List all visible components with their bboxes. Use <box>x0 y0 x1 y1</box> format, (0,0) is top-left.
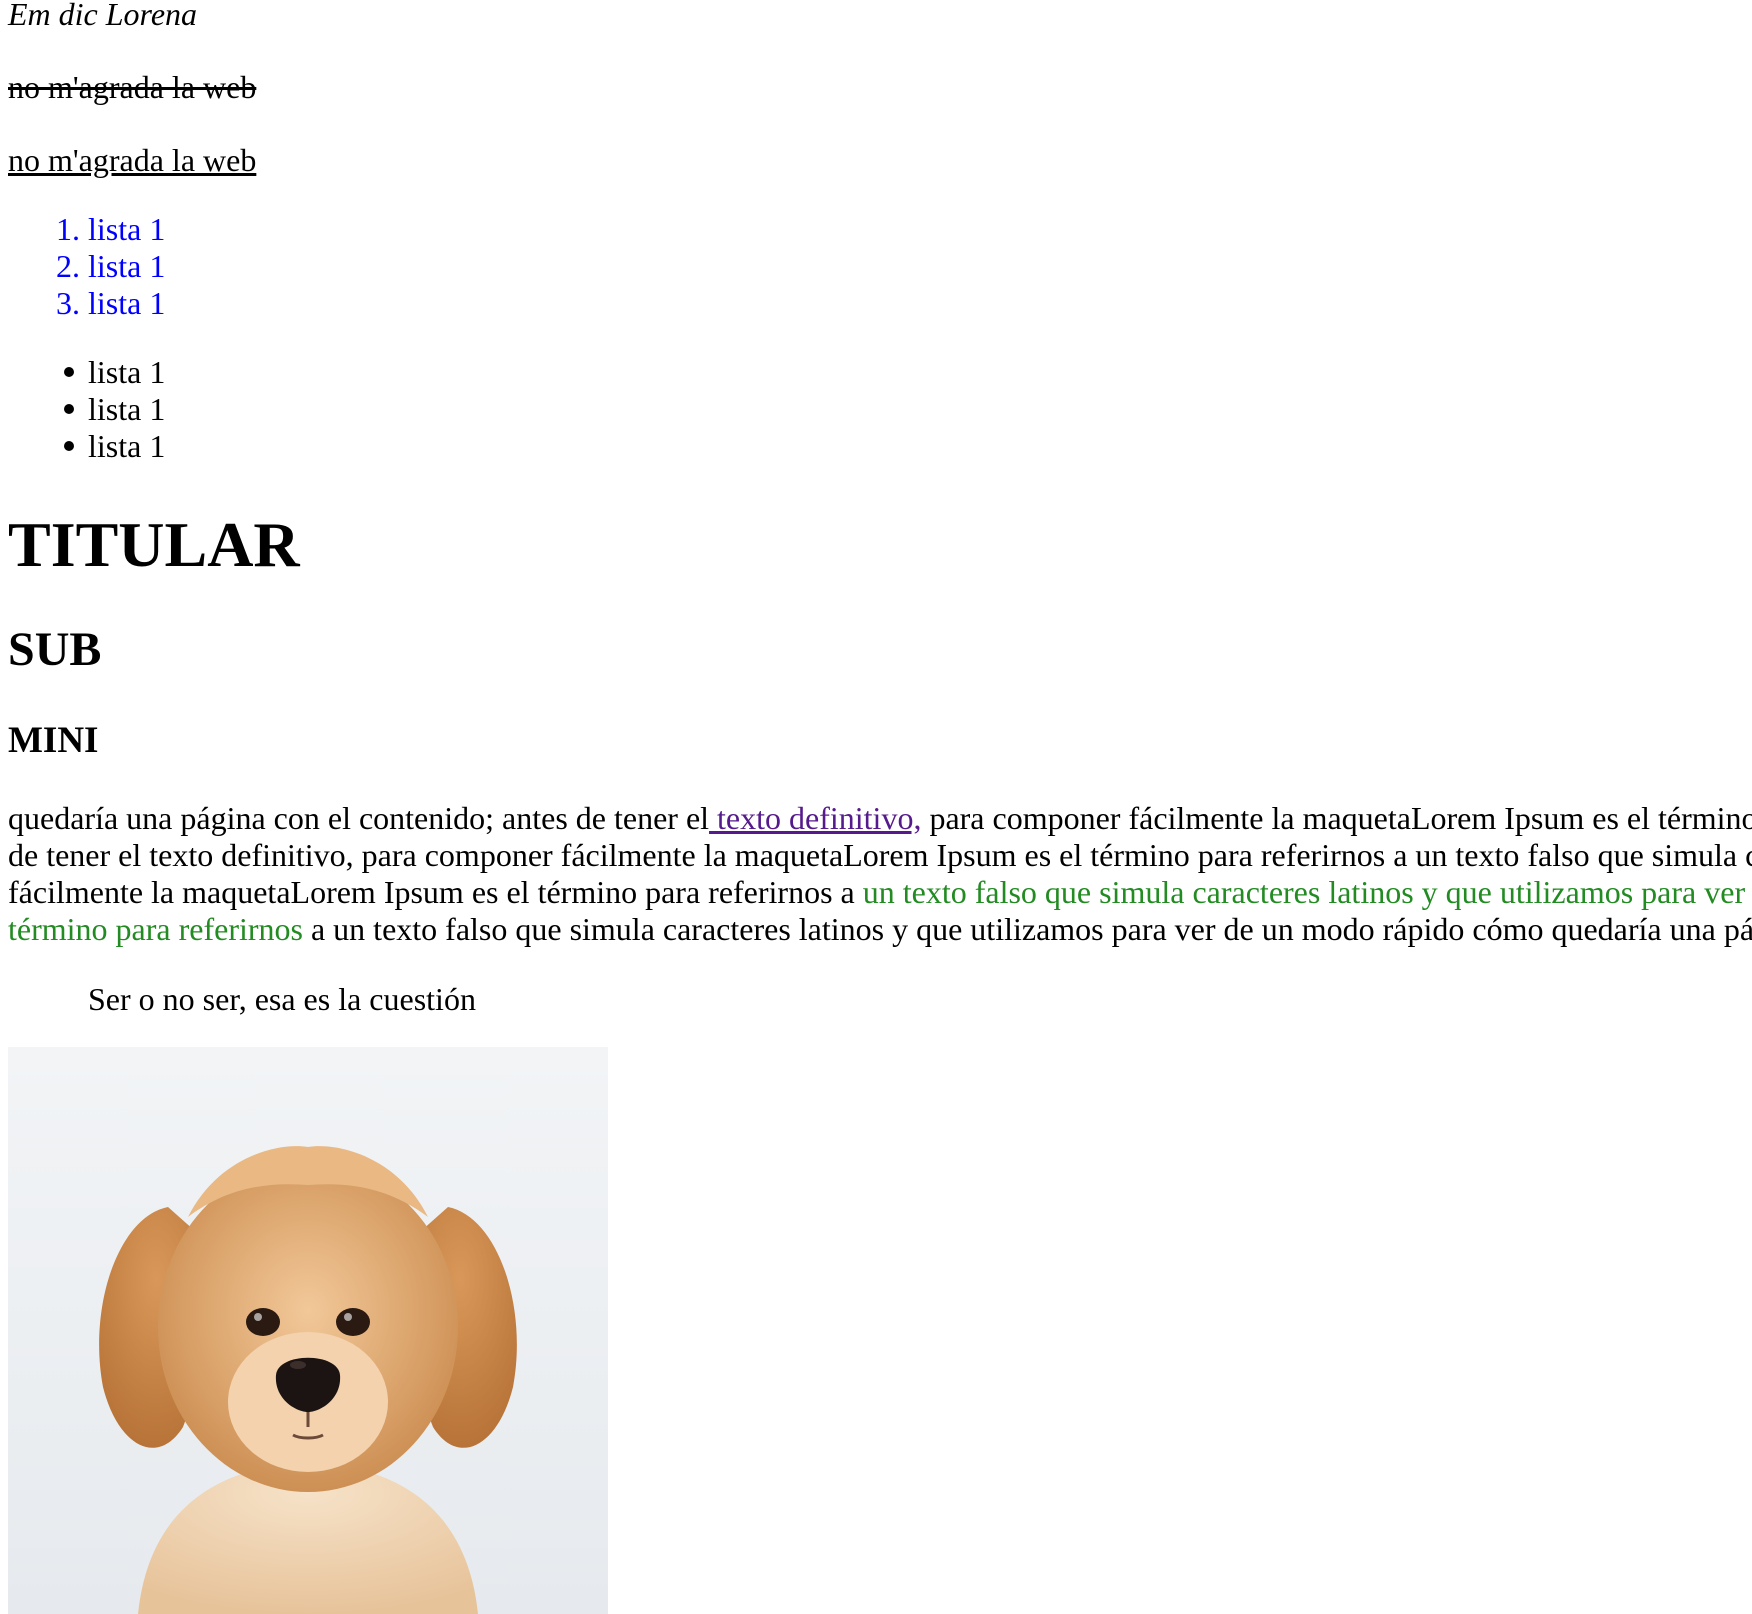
subtitle-heading: SUB <box>8 623 102 676</box>
list-item-label: lista 1 <box>88 354 166 390</box>
bullet-icon <box>64 441 74 451</box>
ordered-list-item: 1. lista 1 <box>8 211 165 248</box>
highlighted-green-text: término para referirnos <box>8 911 303 947</box>
paragraph-text: a un texto falso que simula caracteres l… <box>302 911 1752 947</box>
paragraph-line: de tener el texto definitivo, para compo… <box>8 837 1752 874</box>
unordered-list-item: lista 1 <box>8 428 165 465</box>
body-paragraph: quedaría una página con el contenido; an… <box>8 800 1752 948</box>
mini-heading: MINI <box>8 720 99 761</box>
puppy-image <box>8 1047 608 1614</box>
bullet-icon <box>64 367 74 377</box>
strikethrough-text: no m'agrada la web <box>8 69 257 105</box>
ordered-list: 1. lista 1 2. lista 1 3. lista 1 <box>8 211 165 322</box>
page-title: TITULAR <box>8 509 300 580</box>
list-item-label: lista 1 <box>88 285 166 321</box>
underlined-text: no m'agrada la web <box>8 142 257 178</box>
list-item-label: lista 1 <box>88 391 166 427</box>
ordered-list-item: 2. lista 1 <box>8 248 165 285</box>
ordered-list-item: 3. lista 1 <box>8 285 165 322</box>
bullet-icon <box>64 404 74 414</box>
unordered-list: lista 1 lista 1 lista 1 <box>8 354 165 465</box>
list-number: 1. <box>56 211 80 247</box>
paragraph-text: para componer fácilmente la maquetaLorem… <box>921 800 1752 836</box>
unordered-list-item: lista 1 <box>8 354 165 391</box>
paragraph-line: fácilmente la maquetaLorem Ipsum es el t… <box>8 874 1752 911</box>
list-item-label: lista 1 <box>88 428 166 464</box>
list-item-label: lista 1 <box>88 248 166 284</box>
paragraph-line: quedaría una página con el contenido; an… <box>8 800 1752 837</box>
texto-definitivo-link[interactable]: texto definitivo, <box>709 800 921 836</box>
list-item-label: lista 1 <box>88 211 166 247</box>
list-number: 3. <box>56 285 80 321</box>
list-number: 2. <box>56 248 80 284</box>
emphasis-text: Em dic Lorena <box>8 0 198 32</box>
paragraph-text: de tener el texto definitivo, para compo… <box>8 837 1752 873</box>
paragraph-line: término para referirnos a un texto falso… <box>8 911 1752 948</box>
unordered-list-item: lista 1 <box>8 391 165 428</box>
paragraph-text: quedaría una página con el contenido; an… <box>8 800 710 836</box>
paragraph-text: fácilmente la maquetaLorem Ipsum es el t… <box>8 874 863 910</box>
blockquote: Ser o no ser, esa es la cuestión <box>88 981 476 1017</box>
highlighted-green-text: un texto falso que simula caracteres lat… <box>862 874 1746 910</box>
puppy-illustration <box>8 1047 608 1614</box>
